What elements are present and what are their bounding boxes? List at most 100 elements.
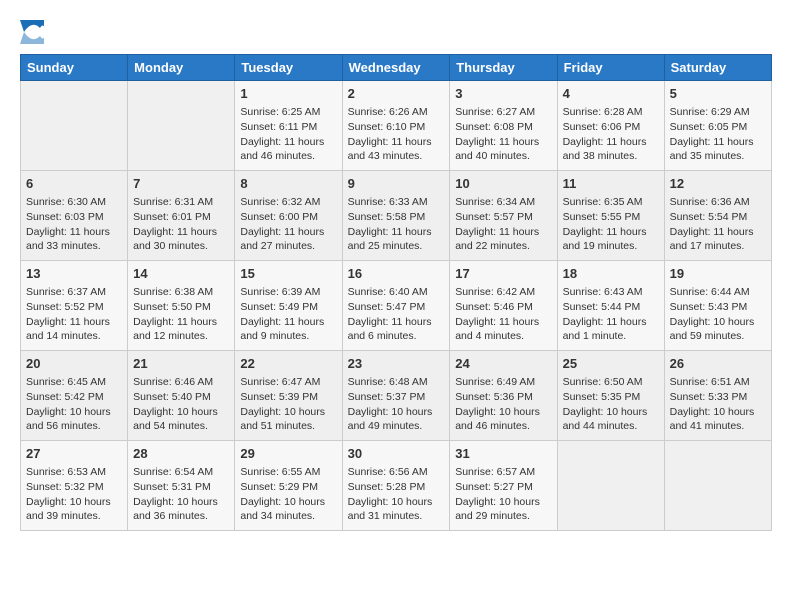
calendar-day-cell: 11Sunrise: 6:35 AMSunset: 5:55 PMDayligh… (557, 171, 664, 261)
calendar-day-cell: 8Sunrise: 6:32 AMSunset: 6:00 PMDaylight… (235, 171, 342, 261)
calendar-day-cell: 15 Sunrise: 6:39 AM Sunset: 5:49 PM Dayligh… (235, 261, 342, 351)
day-number: 17 (455, 265, 551, 283)
calendar-day-cell: 28Sunrise: 6:54 AMSunset: 5:31 PMDayligh… (128, 441, 235, 531)
sunrise-text: Sunrise: 6:55 AM (240, 466, 320, 478)
day-of-week-header: Sunday (21, 55, 128, 81)
sunrise-text: Sunrise: 6:50 AM (563, 376, 643, 388)
sunrise-text: Sunrise: 6:36 AM (670, 196, 750, 208)
sunset-text: Sunset: 5:37 PM (348, 391, 426, 403)
daylight-text: Daylight: 10 hours and 59 minutes. (670, 316, 755, 343)
day-of-week-header: Friday (557, 55, 664, 81)
sunset-text: Sunset: 6:10 PM (348, 121, 426, 133)
sunrise-text: Sunrise: 6:45 AM (26, 376, 106, 388)
calendar-week-row: 13 Sunrise: 6:37 AM Sunset: 5:52 PM Dayligh… (21, 261, 772, 351)
sunrise-text: Sunrise: 6:29 AM (670, 106, 750, 118)
day-number: 26 (670, 355, 766, 373)
sunrise-text: Sunrise: 6:28 AM (563, 106, 643, 118)
sunrise-text: Sunrise: 6:47 AM (240, 376, 320, 388)
day-number: 15 (240, 265, 336, 283)
calendar-day-cell: 1Sunrise: 6:25 AMSunset: 6:11 PMDaylight… (235, 81, 342, 171)
daylight-text: Daylight: 10 hours and 49 minutes. (348, 406, 433, 433)
calendar-day-cell: 23Sunrise: 6:48 AMSunset: 5:37 PMDayligh… (342, 351, 450, 441)
calendar-day-cell: 31Sunrise: 6:57 AMSunset: 5:27 PMDayligh… (450, 441, 557, 531)
sunrise-text: Sunrise: 6:39 AM (240, 286, 320, 298)
daylight-text: Daylight: 11 hours and 17 minutes. (670, 226, 754, 253)
sunset-text: Sunset: 5:28 PM (348, 481, 426, 493)
calendar-week-row: 27Sunrise: 6:53 AMSunset: 5:32 PMDayligh… (21, 441, 772, 531)
sunset-text: Sunset: 5:52 PM (26, 301, 104, 313)
sunrise-text: Sunrise: 6:30 AM (26, 196, 106, 208)
sunset-text: Sunset: 5:43 PM (670, 301, 748, 313)
calendar-day-cell: 16Sunrise: 6:40 AMSunset: 5:47 PMDayligh… (342, 261, 450, 351)
day-of-week-header: Tuesday (235, 55, 342, 81)
day-number: 6 (26, 175, 122, 193)
sunrise-text: Sunrise: 6:56 AM (348, 466, 428, 478)
sunset-text: Sunset: 5:47 PM (348, 301, 426, 313)
sunrise-text: Sunrise: 6:34 AM (455, 196, 535, 208)
day-number: 28 (133, 445, 229, 463)
day-of-week-header: Wednesday (342, 55, 450, 81)
sunset-text: Sunset: 5:54 PM (670, 211, 748, 223)
daylight-text: Daylight: 11 hours and 1 minute. (563, 316, 647, 343)
calendar-day-cell (128, 81, 235, 171)
calendar-day-cell: 14Sunrise: 6:38 AMSunset: 5:50 PMDayligh… (128, 261, 235, 351)
day-number: 13 (26, 265, 122, 283)
day-number: 14 (133, 265, 229, 283)
sunset-text: Sunset: 5:33 PM (670, 391, 748, 403)
daylight-text: Daylight: 10 hours and 29 minutes. (455, 496, 540, 523)
sunrise-text: Sunrise: 6:49 AM (455, 376, 535, 388)
calendar-day-cell: 3Sunrise: 6:27 AMSunset: 6:08 PMDaylight… (450, 81, 557, 171)
calendar-day-cell: 18Sunrise: 6:43 AMSunset: 5:44 PMDayligh… (557, 261, 664, 351)
daylight-text: Daylight: 10 hours and 56 minutes. (26, 406, 111, 433)
sunset-text: Sunset: 6:05 PM (670, 121, 748, 133)
sunset-text: Sunset: 5:36 PM (455, 391, 533, 403)
sunset-text: Sunset: 5:40 PM (133, 391, 211, 403)
daylight-text: Daylight: 11 hours and 43 minutes. (348, 136, 432, 163)
sunrise-text: Sunrise: 6:31 AM (133, 196, 213, 208)
day-of-week-header: Thursday (450, 55, 557, 81)
sunset-text: Sunset: 5:29 PM (240, 481, 318, 493)
day-number: 2 (348, 85, 445, 103)
sunrise-text: Sunrise: 6:38 AM (133, 286, 213, 298)
calendar-header: SundayMondayTuesdayWednesdayThursdayFrid… (21, 55, 772, 81)
day-number: 27 (26, 445, 122, 463)
sunset-text: Sunset: 6:08 PM (455, 121, 533, 133)
calendar-day-cell: 25Sunrise: 6:50 AMSunset: 5:35 PMDayligh… (557, 351, 664, 441)
calendar-day-cell: 17Sunrise: 6:42 AMSunset: 5:46 PMDayligh… (450, 261, 557, 351)
calendar-day-cell: 30Sunrise: 6:56 AMSunset: 5:28 PMDayligh… (342, 441, 450, 531)
daylight-text: Daylight: 11 hours and 35 minutes. (670, 136, 754, 163)
calendar-week-row: 6Sunrise: 6:30 AMSunset: 6:03 PMDaylight… (21, 171, 772, 261)
calendar-day-cell: 13Sunrise: 6:37 AMSunset: 5:52 PMDayligh… (21, 261, 128, 351)
sunset-text: Sunset: 5:58 PM (348, 211, 426, 223)
sunrise-text: Sunrise: 6:37 AM (26, 286, 106, 298)
calendar-day-cell: 19Sunrise: 6:44 AMSunset: 5:43 PMDayligh… (664, 261, 771, 351)
sunset-text: Sunset: 6:11 PM (240, 121, 317, 133)
daylight-text: Daylight: 11 hours and 9 minutes. (240, 316, 324, 343)
sunset-text: Sunset: 5:31 PM (133, 481, 211, 493)
sunset-text: Sunset: 5:44 PM (563, 301, 641, 313)
calendar-day-cell: 22Sunrise: 6:47 AMSunset: 5:39 PMDayligh… (235, 351, 342, 441)
daylight-text: Daylight: 11 hours and 46 minutes. (240, 136, 324, 163)
sunset-text: Sunset: 5:32 PM (26, 481, 104, 493)
daylight-text: Daylight: 11 hours and 4 minutes. (455, 316, 539, 343)
daylight-text: Daylight: 11 hours and 6 minutes. (348, 316, 432, 343)
day-number: 10 (455, 175, 551, 193)
daylight-text: Daylight: 11 hours and 25 minutes. (348, 226, 432, 253)
day-number: 11 (563, 175, 659, 193)
day-number: 25 (563, 355, 659, 373)
sunrise-text: Sunrise: 6:48 AM (348, 376, 428, 388)
sunset-text: Sunset: 6:01 PM (133, 211, 211, 223)
calendar-day-cell (21, 81, 128, 171)
day-of-week-header: Saturday (664, 55, 771, 81)
calendar-day-cell: 26Sunrise: 6:51 AMSunset: 5:33 PMDayligh… (664, 351, 771, 441)
daylight-text: Daylight: 11 hours and 33 minutes. (26, 226, 110, 253)
daylight-text: Daylight: 11 hours and 30 minutes. (133, 226, 217, 253)
sunset-text: Sunset: 5:35 PM (563, 391, 641, 403)
calendar-day-cell: 27Sunrise: 6:53 AMSunset: 5:32 PMDayligh… (21, 441, 128, 531)
sunset-text: Sunset: 5:49 PM (240, 301, 318, 313)
sunrise-text: Sunrise: 6:44 AM (670, 286, 750, 298)
daylight-text: Daylight: 11 hours and 22 minutes. (455, 226, 539, 253)
sunrise-text: Sunrise: 6:42 AM (455, 286, 535, 298)
sunset-text: Sunset: 5:42 PM (26, 391, 104, 403)
day-number: 3 (455, 85, 551, 103)
